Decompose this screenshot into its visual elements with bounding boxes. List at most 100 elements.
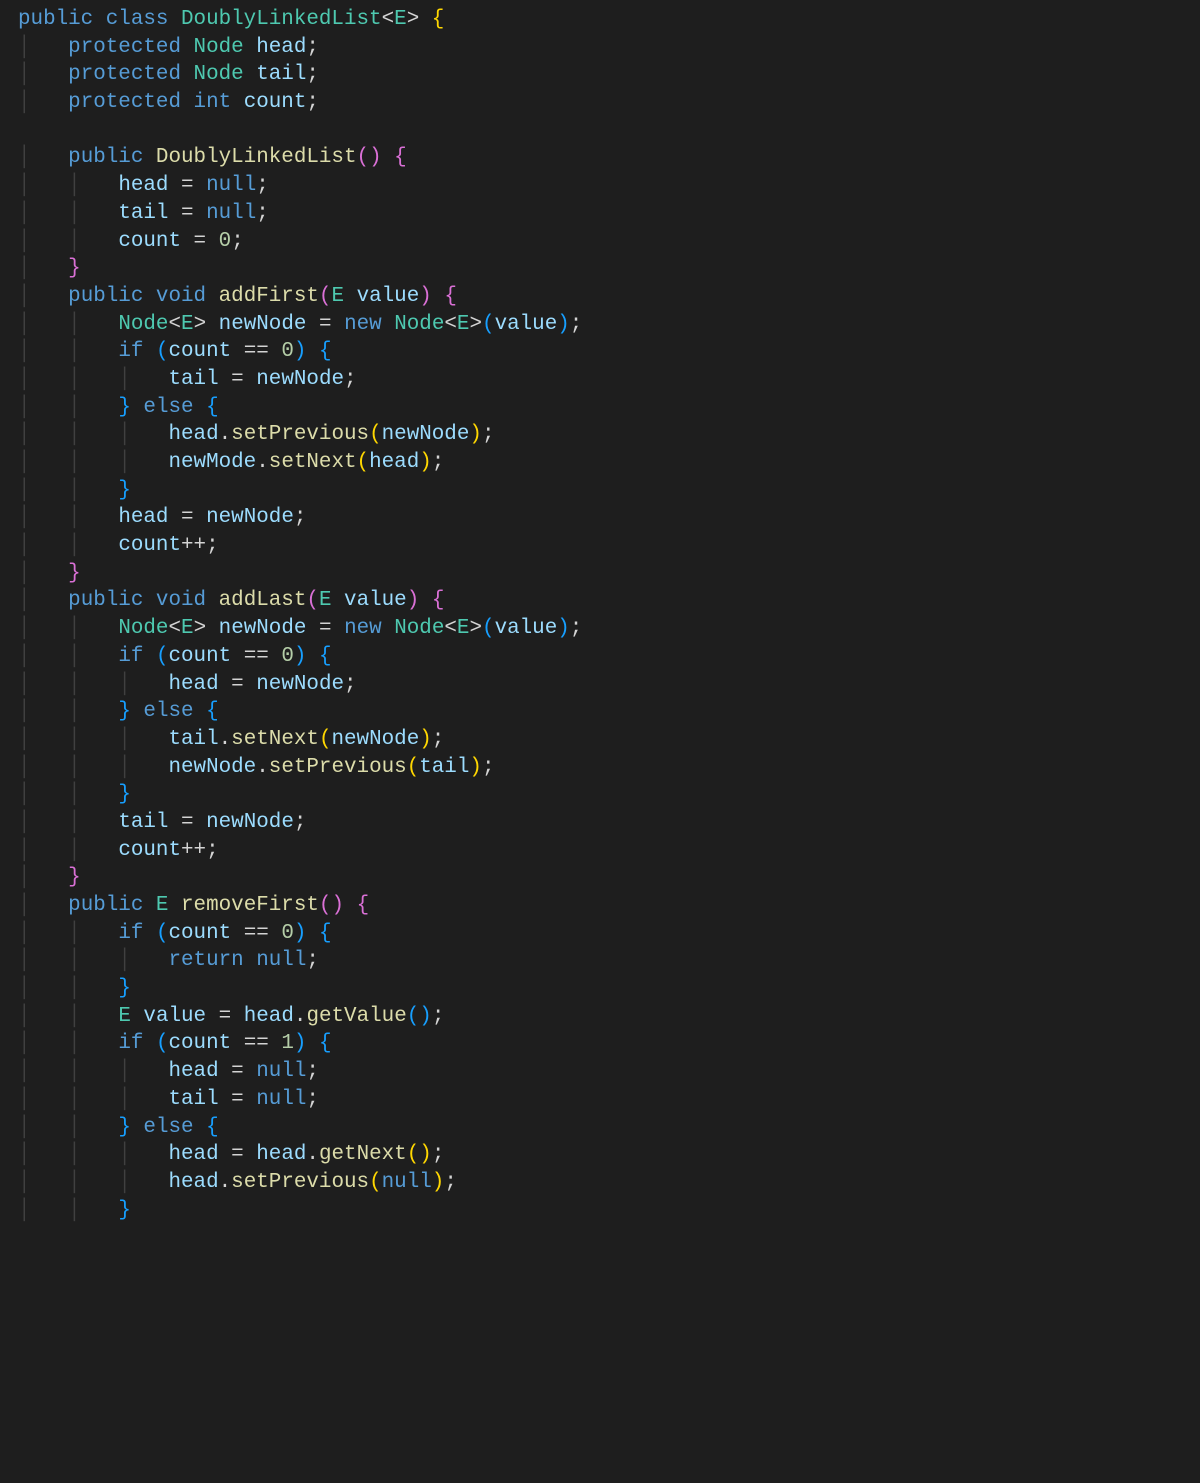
token-var: value [344,589,407,612]
token-var: newMode [168,451,256,474]
code-line: │ public void addFirst(E value) { [18,285,457,308]
token-brace: { [432,8,445,31]
token-punc: . [219,1171,232,1194]
token-var: value [495,313,558,336]
code-line: │ │ │ head.setPrevious(newNode); [18,423,494,446]
token-brace3: } [118,1116,131,1139]
token-paren3: ) [557,313,570,336]
code-line: │ │ } [18,783,131,806]
token-field: tail [168,728,218,751]
token-op: == [244,1032,269,1055]
token-punc: . [256,451,269,474]
token-punc: ; [306,91,319,114]
token-op: > [469,617,482,640]
token-op: < [444,313,457,336]
token-punc: . [256,756,269,779]
token-op: > [469,313,482,336]
token-field: tail [256,63,306,86]
token-punc: ; [432,728,445,751]
token-kw: null [256,1088,306,1111]
token-field: head [244,1005,294,1028]
token-punc: ; [344,368,357,391]
token-op: = [181,811,194,834]
code-line: │ │ Node<E> newNode = new Node<E>(value)… [18,313,582,336]
token-kw: if [118,340,143,363]
token-paren3: ( [482,313,495,336]
token-kw: protected [68,91,181,114]
token-paren: ) [419,1143,432,1166]
code-line: │ │ tail = newNode; [18,811,306,834]
token-paren: ) [419,728,432,751]
code-editor[interactable]: public class DoublyLinkedList<E> { │ pro… [0,0,1200,1224]
token-punc: . [294,1005,307,1028]
token-op: == [244,922,269,945]
token-type: E [319,589,332,612]
token-brace3: } [118,977,131,1000]
token-paren3: ) [294,922,307,945]
token-field: tail [168,368,218,391]
token-field: head [118,174,168,197]
token-var: newNode [331,728,419,751]
token-op: > [194,617,207,640]
token-op: < [168,617,181,640]
token-brace3: } [118,396,131,419]
token-paren2: ) [331,894,344,917]
token-paren3: ( [156,1032,169,1055]
code-line: │ │ head = newNode; [18,506,306,529]
token-field: count [168,922,231,945]
token-type: Node [394,313,444,336]
code-line: │ │ tail = null; [18,202,269,225]
token-num: 0 [219,230,232,253]
token-fn: setPrevious [231,423,369,446]
token-kw: new [344,313,382,336]
token-fn: setPrevious [231,1171,369,1194]
code-line: │ │ │ return null; [18,949,319,972]
token-brace3: { [319,1032,332,1055]
token-punc: ; [432,1143,445,1166]
code-line: │ public E removeFirst() { [18,894,369,917]
code-line: │ │ } else { [18,700,219,723]
token-paren3: ( [407,1005,420,1028]
token-type: E [457,313,470,336]
token-kw: public [68,285,143,308]
token-kw: protected [68,36,181,59]
code-line: │ │ │ head = null; [18,1060,319,1083]
code-line: │ protected Node head; [18,36,319,59]
token-kw: else [143,1116,193,1139]
token-paren: ( [369,423,382,446]
token-punc: ; [231,230,244,253]
token-var: newNode [256,368,344,391]
token-field: head [168,423,218,446]
token-paren2: ( [357,146,370,169]
token-op: = [194,230,207,253]
token-brace2: { [444,285,457,308]
token-kw: void [156,285,206,308]
token-op: = [231,1088,244,1111]
token-kw: protected [68,63,181,86]
token-op: > [407,8,420,31]
token-var: newNode [219,617,307,640]
code-line: │ │ } [18,977,131,1000]
token-paren2: ) [407,589,420,612]
token-paren: ) [432,1171,445,1194]
code-line: │ │ E value = head.getValue(); [18,1005,444,1028]
token-type: DoublyLinkedList [181,8,382,31]
token-kw: null [256,1060,306,1083]
code-line: │ │ count++; [18,534,219,557]
token-op: = [231,1143,244,1166]
code-line: │ │ } [18,1199,131,1222]
token-kw: if [118,922,143,945]
token-kw: void [156,589,206,612]
token-brace2: } [68,257,81,280]
token-fn: getNext [319,1143,407,1166]
token-paren: ) [469,756,482,779]
token-num: 1 [281,1032,294,1055]
token-paren: ( [369,1171,382,1194]
code-line: │ │ } [18,479,131,502]
token-fn: setNext [269,451,357,474]
token-brace2: { [357,894,370,917]
token-var: newNode [206,506,294,529]
token-brace2: { [394,146,407,169]
token-punc: ; [256,202,269,225]
token-type: Node [118,313,168,336]
